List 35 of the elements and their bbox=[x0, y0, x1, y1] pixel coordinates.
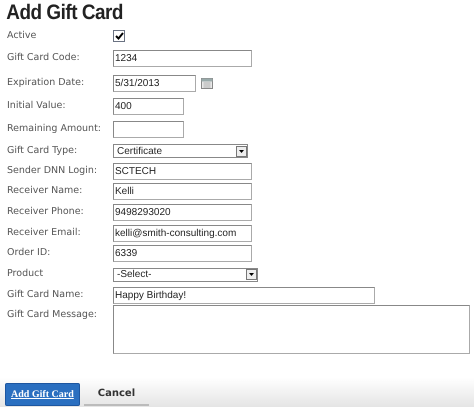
message-field[interactable] bbox=[113, 305, 470, 354]
check-icon bbox=[114, 32, 124, 40]
field-label: Gift Card Code: bbox=[7, 51, 81, 66]
field-label: Sender DNN Login: bbox=[7, 164, 98, 178]
field-label: Expiration Date: bbox=[7, 76, 86, 90]
field-label: Receiver Email: bbox=[7, 226, 82, 240]
dropdown[interactable]: -Select- bbox=[113, 268, 258, 282]
add-button[interactable]: Add Gift Card bbox=[5, 383, 80, 406]
field-label: Receiver Phone: bbox=[7, 205, 85, 220]
field-label: Receiver Name: bbox=[7, 184, 84, 198]
input-field[interactable]: Kelli bbox=[113, 183, 252, 200]
caret-icon bbox=[236, 146, 247, 156]
field-label: Initial Value: bbox=[7, 99, 67, 114]
input-field[interactable]: 9498293020 bbox=[113, 204, 252, 221]
caret-icon bbox=[246, 269, 257, 280]
checkbox[interactable] bbox=[113, 30, 125, 42]
field-label: Gift Card Name: bbox=[7, 288, 84, 302]
field-label: Gift Card Type: bbox=[7, 144, 78, 158]
calendar-icon[interactable] bbox=[201, 78, 213, 89]
dropdown[interactable]: Certificate bbox=[113, 144, 248, 158]
field-label: Remaining Amount: bbox=[7, 122, 102, 136]
page-title: Add Gift Card bbox=[5, 0, 124, 25]
input-field[interactable]: SCTECH bbox=[113, 162, 252, 180]
input-field[interactable]: 1234 bbox=[113, 50, 252, 67]
input-field[interactable]: 6339 bbox=[113, 245, 252, 262]
input-field[interactable]: kelli@smith-consulting.com bbox=[113, 224, 252, 242]
cancel-button[interactable]: Cancel bbox=[84, 383, 150, 406]
input-field[interactable] bbox=[113, 120, 184, 138]
input-field[interactable]: 5/31/2013 bbox=[113, 75, 196, 92]
input-field[interactable]: 400 bbox=[113, 98, 184, 115]
field-label: Product bbox=[7, 267, 44, 282]
field-label: Order ID: bbox=[7, 246, 52, 260]
field-label: Gift Card Message: bbox=[7, 308, 98, 322]
field-label: Active bbox=[7, 28, 38, 43]
input-field[interactable]: Happy Birthday! bbox=[113, 286, 375, 304]
